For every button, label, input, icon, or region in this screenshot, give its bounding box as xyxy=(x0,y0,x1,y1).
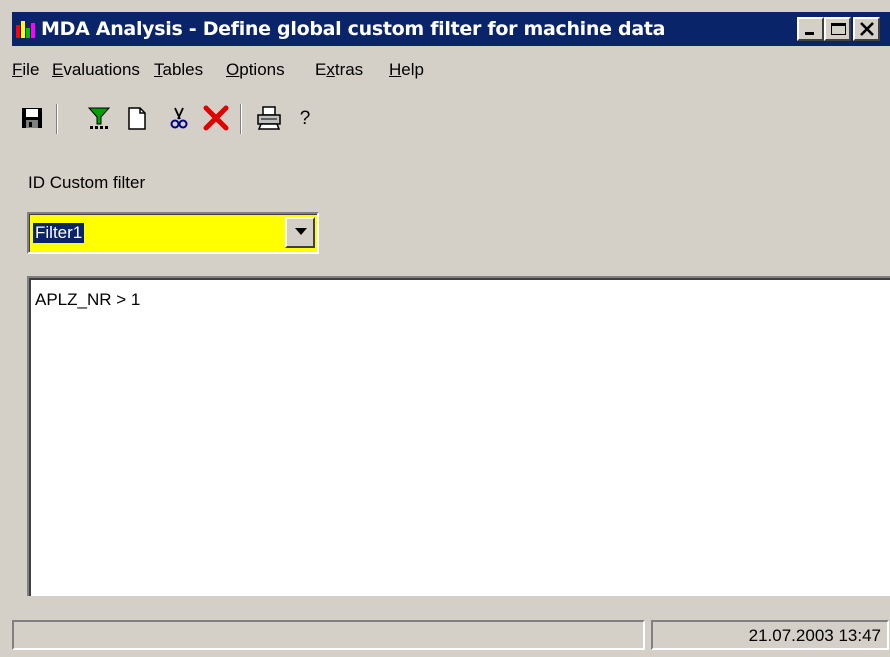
print-button[interactable] xyxy=(255,104,285,134)
menu-label: Evaluations xyxy=(52,60,140,79)
new-document-button[interactable] xyxy=(124,104,154,134)
maximize-button[interactable] xyxy=(824,17,851,41)
toolbar-separator xyxy=(240,104,242,134)
status-message-pane xyxy=(12,620,645,650)
toolbar-separator xyxy=(56,104,58,134)
menu-label: Extras xyxy=(315,60,364,79)
minimize-button[interactable] xyxy=(797,17,824,41)
menu-label: Tables xyxy=(154,60,204,79)
menu-label: Help xyxy=(389,60,424,79)
selected-filter-value: Filter1 xyxy=(33,223,85,243)
filter-button[interactable] xyxy=(86,104,116,134)
menu-label: Options xyxy=(226,60,285,79)
save-button[interactable] xyxy=(20,104,50,134)
title-bar[interactable]: MDA Analysis - Define global custom filt… xyxy=(12,12,890,46)
editor-content[interactable]: APLZ_NR > 1 xyxy=(29,278,890,596)
menu-file[interactable]: File xyxy=(12,60,39,80)
status-bar: 21.07.2003 13:47 xyxy=(12,612,890,657)
filter-expression-textarea[interactable]: APLZ_NR > 1 xyxy=(27,276,890,596)
custom-filter-select[interactable]: Filter1 xyxy=(27,212,319,254)
delete-button[interactable] xyxy=(202,104,232,134)
menu-help[interactable]: Help xyxy=(389,60,424,80)
cut-button[interactable] xyxy=(165,104,195,134)
menu-label: File xyxy=(12,60,40,79)
toolbar: ? xyxy=(12,96,890,142)
close-button[interactable] xyxy=(853,17,880,41)
menu-tables[interactable]: Tables xyxy=(154,60,203,80)
menu-evaluations[interactable]: Evaluations xyxy=(52,60,140,80)
filter-expression-text: APLZ_NR > 1 xyxy=(35,290,141,309)
window-title: MDA Analysis - Define global custom filt… xyxy=(41,18,666,40)
status-datetime: 21.07.2003 13:47 xyxy=(748,626,881,645)
dropdown-button[interactable] xyxy=(285,217,315,248)
help-button[interactable]: ? xyxy=(290,104,320,134)
app-bar-chart-icon xyxy=(15,19,37,39)
help-icon: ? xyxy=(299,108,311,129)
menu-extras[interactable]: Extras xyxy=(315,60,363,80)
combo-field[interactable]: Filter1 xyxy=(29,214,317,252)
status-datetime-pane: 21.07.2003 13:47 xyxy=(651,620,889,650)
custom-filter-id-label: ID Custom filter xyxy=(28,173,146,192)
menu-options[interactable]: Options xyxy=(226,60,285,80)
application-window: MDA Analysis - Define global custom filt… xyxy=(0,0,890,657)
